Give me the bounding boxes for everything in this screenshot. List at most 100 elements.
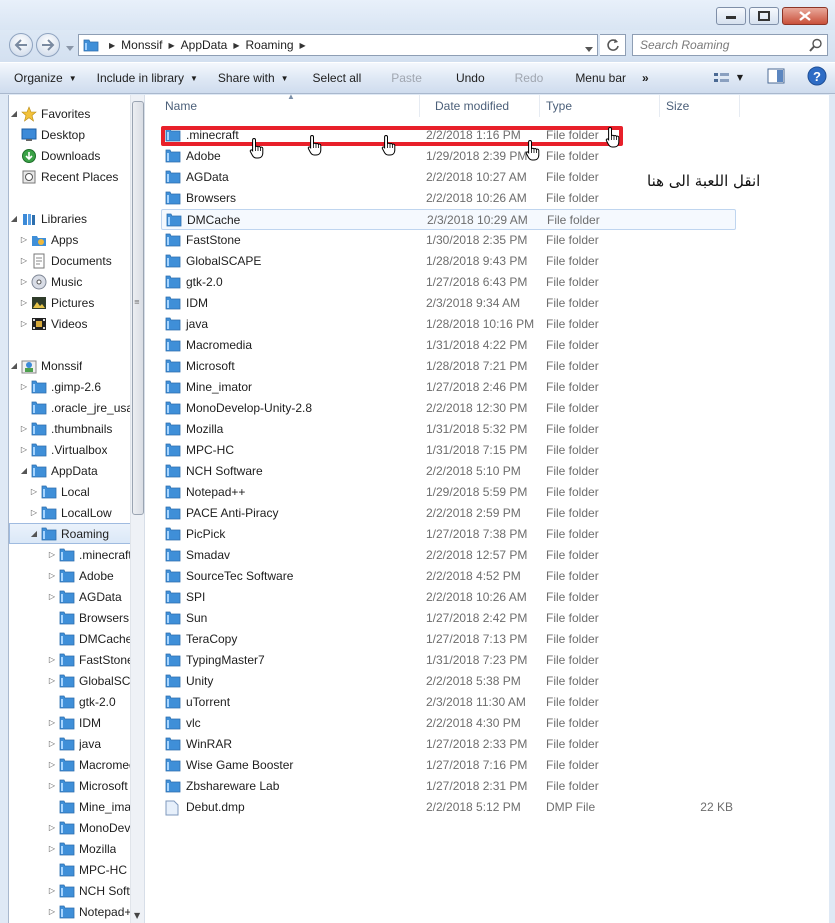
expand-arrow-icon[interactable]: ▷ [47, 718, 57, 727]
share-with-menu[interactable]: Share with ▼ [208, 65, 299, 91]
file-row[interactable]: SourceTec Software 2/2/2018 4:52 PM File f… [161, 566, 736, 587]
file-row[interactable]: SPI 2/2/2018 10:26 AM File folder [161, 587, 736, 608]
nav-videos[interactable]: ▷ Videos [9, 313, 133, 334]
expand-arrow-icon[interactable]: ▷ [47, 571, 57, 580]
expand-arrow-icon[interactable]: ▷ [47, 676, 57, 685]
close-button[interactable] [782, 7, 828, 25]
organize-menu[interactable]: Organize ▼ [0, 65, 87, 91]
expand-arrow-icon[interactable]: ▷ [47, 907, 57, 916]
expand-arrow-icon[interactable]: ◢ [9, 214, 19, 223]
nav-libraries[interactable]: ◢ Libraries [9, 208, 133, 229]
file-row[interactable]: Unity 2/2/2018 5:38 PM File folder [161, 671, 736, 692]
expand-arrow-icon[interactable]: ▷ [29, 487, 39, 496]
expand-arrow-icon[interactable]: ▷ [19, 319, 29, 328]
refresh-button[interactable] [600, 34, 626, 56]
file-row[interactable]: Browsers 2/2/2018 10:26 AM File folder [161, 188, 736, 209]
expand-arrow-icon[interactable]: ◢ [19, 466, 29, 475]
file-row[interactable]: Mozilla 1/31/2018 5:32 PM File folder [161, 419, 736, 440]
expand-arrow-icon[interactable]: ◢ [9, 361, 19, 370]
paste-button[interactable]: Paste [371, 65, 432, 91]
nav-scrollbar[interactable]: ≡ ▼ [130, 95, 144, 923]
nav-roaming-child[interactable]: Browsers [9, 607, 133, 628]
select-all-button[interactable]: Select all [299, 65, 372, 91]
file-row[interactable]: Wise Game Booster 1/27/2018 7:16 PM File f… [161, 755, 736, 776]
expand-arrow-icon[interactable]: ▷ [47, 550, 57, 559]
file-row[interactable]: Microsoft 1/28/2018 7:21 PM File folder [161, 356, 736, 377]
nav-appdata[interactable]: ◢ AppData [9, 460, 133, 481]
scroll-down-icon[interactable]: ▼ [134, 911, 140, 920]
nav-music[interactable]: ▷ Music [9, 271, 133, 292]
column-header-date-modified[interactable]: Date modified [420, 95, 540, 117]
nav-roaming-child[interactable]: ▷ java [9, 733, 133, 754]
address-bar[interactable]: ▶ Monssif ▶ AppData ▶ Roaming ▶ [78, 34, 598, 56]
expand-arrow-icon[interactable]: ▷ [19, 277, 29, 286]
nav-apps[interactable]: ▷ Apps [9, 229, 133, 250]
nav-desktop[interactable]: Desktop [9, 124, 133, 145]
nav-roaming-child[interactable]: ▷ AGData [9, 586, 133, 607]
expand-arrow-icon[interactable]: ▷ [19, 445, 29, 454]
breadcrumb-item[interactable]: Roaming ▶ [246, 38, 312, 52]
pane-splitter[interactable] [144, 95, 149, 923]
menu-bar-button[interactable]: Menu bar [553, 65, 636, 91]
file-row[interactable]: GlobalSCAPE 1/28/2018 9:43 PM File folder [161, 251, 736, 272]
expand-arrow-icon[interactable]: ▷ [47, 592, 57, 601]
nav-roaming-child[interactable]: MPC-HC [9, 859, 133, 880]
expand-arrow-icon[interactable]: ▷ [19, 235, 29, 244]
file-row[interactable]: Macromedia 1/31/2018 4:22 PM File folder [161, 335, 736, 356]
breadcrumb-separator[interactable]: ▶ [103, 41, 121, 50]
nav-roaming-child[interactable]: ▷ Microsoft [9, 775, 133, 796]
file-row[interactable]: IDM 2/3/2018 9:34 AM File folder [161, 293, 736, 314]
maximize-button[interactable] [749, 7, 779, 25]
expand-arrow-icon[interactable]: ▷ [47, 760, 57, 769]
nav-folder[interactable]: ▷ .thumbnails [9, 418, 133, 439]
search-icon[interactable] [809, 38, 823, 52]
redo-button[interactable]: Redo [495, 65, 554, 91]
nav-roaming-child[interactable]: ▷ Mozilla [9, 838, 133, 859]
file-row[interactable]: MonoDevelop-Unity-2.8 2/2/2018 12:30 PM Fi… [161, 398, 736, 419]
breadcrumb-item[interactable]: Monssif ▶ [121, 38, 181, 52]
nav-roaming-child[interactable]: ▷ Adobe [9, 565, 133, 586]
nav-roaming-child[interactable]: ▷ NCH Software [9, 880, 133, 901]
nav-roaming-child[interactable]: ▷ Notepad++ [9, 901, 133, 922]
nav-roaming-child[interactable]: DMCache [9, 628, 133, 649]
file-row[interactable]: NCH Software 2/2/2018 5:10 PM File folder [161, 461, 736, 482]
column-header-name[interactable]: Name ▲ [150, 92, 420, 117]
nav-folder[interactable]: .oracle_jre_usage [9, 397, 133, 418]
expand-arrow-icon[interactable]: ◢ [9, 109, 19, 118]
file-row[interactable]: PACE Anti-Piracy 2/2/2018 2:59 PM File fol… [161, 503, 736, 524]
change-view-button[interactable]: ▼ [713, 71, 743, 85]
navigation-pane[interactable]: ◢ Favorites Desktop Downloads Recent Pla… [9, 95, 144, 923]
file-row[interactable]: uTorrent 2/3/2018 11:30 AM File folder [161, 692, 736, 713]
nav-roaming-child[interactable]: Mine_imator [9, 796, 133, 817]
file-row[interactable]: FastStone 1/30/2018 2:35 PM File folder [161, 230, 736, 251]
nav-pictures[interactable]: ▷ Pictures [9, 292, 133, 313]
scrollbar-thumb[interactable] [132, 101, 144, 515]
nav-documents[interactable]: ▷ Documents [9, 250, 133, 271]
file-list[interactable]: Name ▲ Date modified Type Size .minecraft… [150, 92, 829, 923]
file-row[interactable]: gtk-2.0 1/27/2018 6:43 PM File folder [161, 272, 736, 293]
expand-arrow-icon[interactable]: ▷ [19, 298, 29, 307]
nav-folder[interactable]: ▷ .Virtualbox [9, 439, 133, 460]
expand-arrow-icon[interactable]: ▷ [29, 508, 39, 517]
nav-roaming-child[interactable]: ▷ .minecraft [9, 544, 133, 565]
recent-pages-dropdown[interactable] [66, 41, 74, 55]
nav-folder[interactable]: ▷ .gimp-2.6 [9, 376, 133, 397]
include-in-library-menu[interactable]: Include in library ▼ [87, 65, 208, 91]
expand-arrow-icon[interactable]: ▷ [47, 844, 57, 853]
file-row[interactable]: MPC-HC 1/31/2018 7:15 PM File folder [161, 440, 736, 461]
file-row[interactable]: PicPick 1/27/2018 7:38 PM File folder [161, 524, 736, 545]
nav-recent-places[interactable]: Recent Places [9, 166, 133, 187]
expand-arrow-icon[interactable]: ▷ [47, 823, 57, 832]
expand-arrow-icon[interactable]: ▷ [47, 739, 57, 748]
file-row[interactable]: TeraCopy 1/27/2018 7:13 PM File folder [161, 629, 736, 650]
address-dropdown[interactable] [585, 42, 593, 56]
nav-roaming-child[interactable]: ▷ MonoDevelop-Unity-2.8 [9, 817, 133, 838]
expand-arrow-icon[interactable]: ▷ [19, 382, 29, 391]
nav-downloads[interactable]: Downloads [9, 145, 133, 166]
file-row[interactable]: Smadav 2/2/2018 12:57 PM File folder [161, 545, 736, 566]
minimize-button[interactable] [716, 7, 746, 25]
file-row[interactable]: Adobe 1/29/2018 2:39 PM File folder [161, 146, 736, 167]
file-row[interactable]: Zbshareware Lab 1/27/2018 2:31 PM File fol… [161, 776, 736, 797]
breadcrumb-item[interactable]: AppData ▶ [181, 38, 246, 52]
more-commands-button[interactable]: » [636, 65, 659, 91]
